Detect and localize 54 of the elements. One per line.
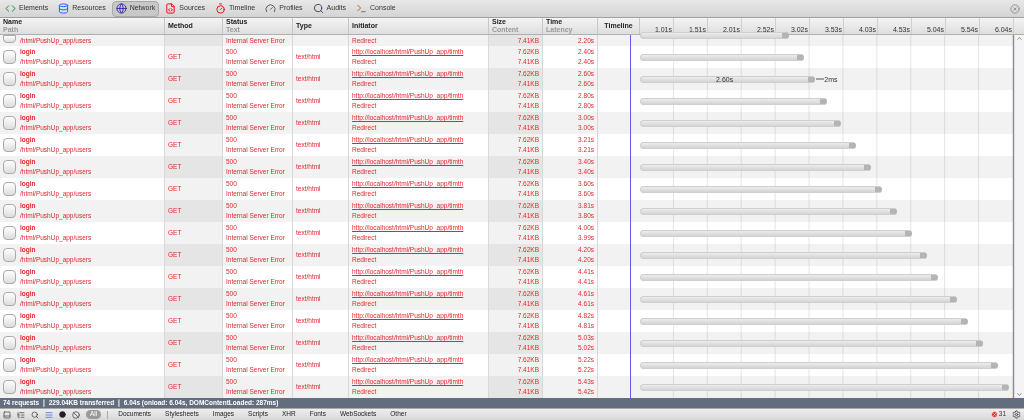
document-icon — [3, 292, 16, 306]
dock-icon[interactable] — [3, 410, 11, 419]
document-icon — [3, 160, 16, 174]
timing-bar[interactable] — [640, 273, 939, 281]
timing-bar[interactable] — [640, 339, 984, 347]
timing-bar[interactable] — [640, 295, 958, 303]
timing-bar[interactable] — [640, 185, 883, 193]
gauge-icon — [265, 3, 277, 14]
scroll-up-icon[interactable] — [1016, 35, 1023, 42]
timing-bar[interactable] — [640, 97, 827, 105]
document-icon — [3, 336, 16, 350]
magnifier-icon — [312, 3, 324, 14]
document-icon — [3, 116, 16, 130]
code-icon — [5, 3, 16, 14]
clear-icon[interactable] — [72, 410, 80, 419]
list-icon[interactable] — [45, 410, 53, 419]
document-icon — [3, 358, 16, 372]
document-icon — [3, 72, 16, 86]
document-icon — [3, 248, 16, 262]
timing-bar[interactable] — [640, 383, 1010, 391]
document-icon — [3, 94, 16, 108]
timing-bar[interactable] — [640, 251, 928, 259]
document-icon — [3, 226, 16, 240]
table-cell — [165, 35, 223, 46]
terminal-icon — [356, 3, 368, 14]
document-icon — [3, 270, 16, 284]
scrollbar[interactable] — [1014, 35, 1024, 398]
timing-bar[interactable] — [640, 317, 969, 325]
console-toggle-icon[interactable] — [17, 410, 25, 419]
leader-line — [816, 77, 825, 81]
timing-bar[interactable] — [640, 119, 842, 127]
document-icon — [3, 204, 16, 218]
timing-bar[interactable] — [640, 361, 999, 369]
close-icon[interactable] — [1010, 3, 1020, 14]
document-icon — [3, 380, 16, 394]
scroll-down-icon[interactable] — [1016, 391, 1023, 398]
document-icon — [3, 50, 16, 64]
record-icon[interactable] — [59, 411, 66, 418]
file-icon — [165, 3, 177, 14]
settings-icon[interactable] — [1012, 410, 1021, 419]
timing-bar[interactable] — [640, 32, 790, 39]
search-icon[interactable] — [31, 410, 39, 419]
globe-icon — [115, 3, 127, 14]
database-icon — [58, 3, 70, 14]
timing-bar[interactable] — [640, 141, 857, 149]
stopwatch-icon — [215, 3, 227, 14]
error-icon — [990, 411, 998, 418]
timing-bar[interactable] — [640, 207, 898, 215]
document-icon — [3, 314, 16, 328]
document-icon — [3, 182, 16, 196]
timing-bar[interactable] — [640, 163, 872, 171]
timing-bar[interactable] — [640, 53, 805, 61]
timing-bar[interactable] — [640, 229, 913, 237]
document-icon — [3, 138, 16, 152]
